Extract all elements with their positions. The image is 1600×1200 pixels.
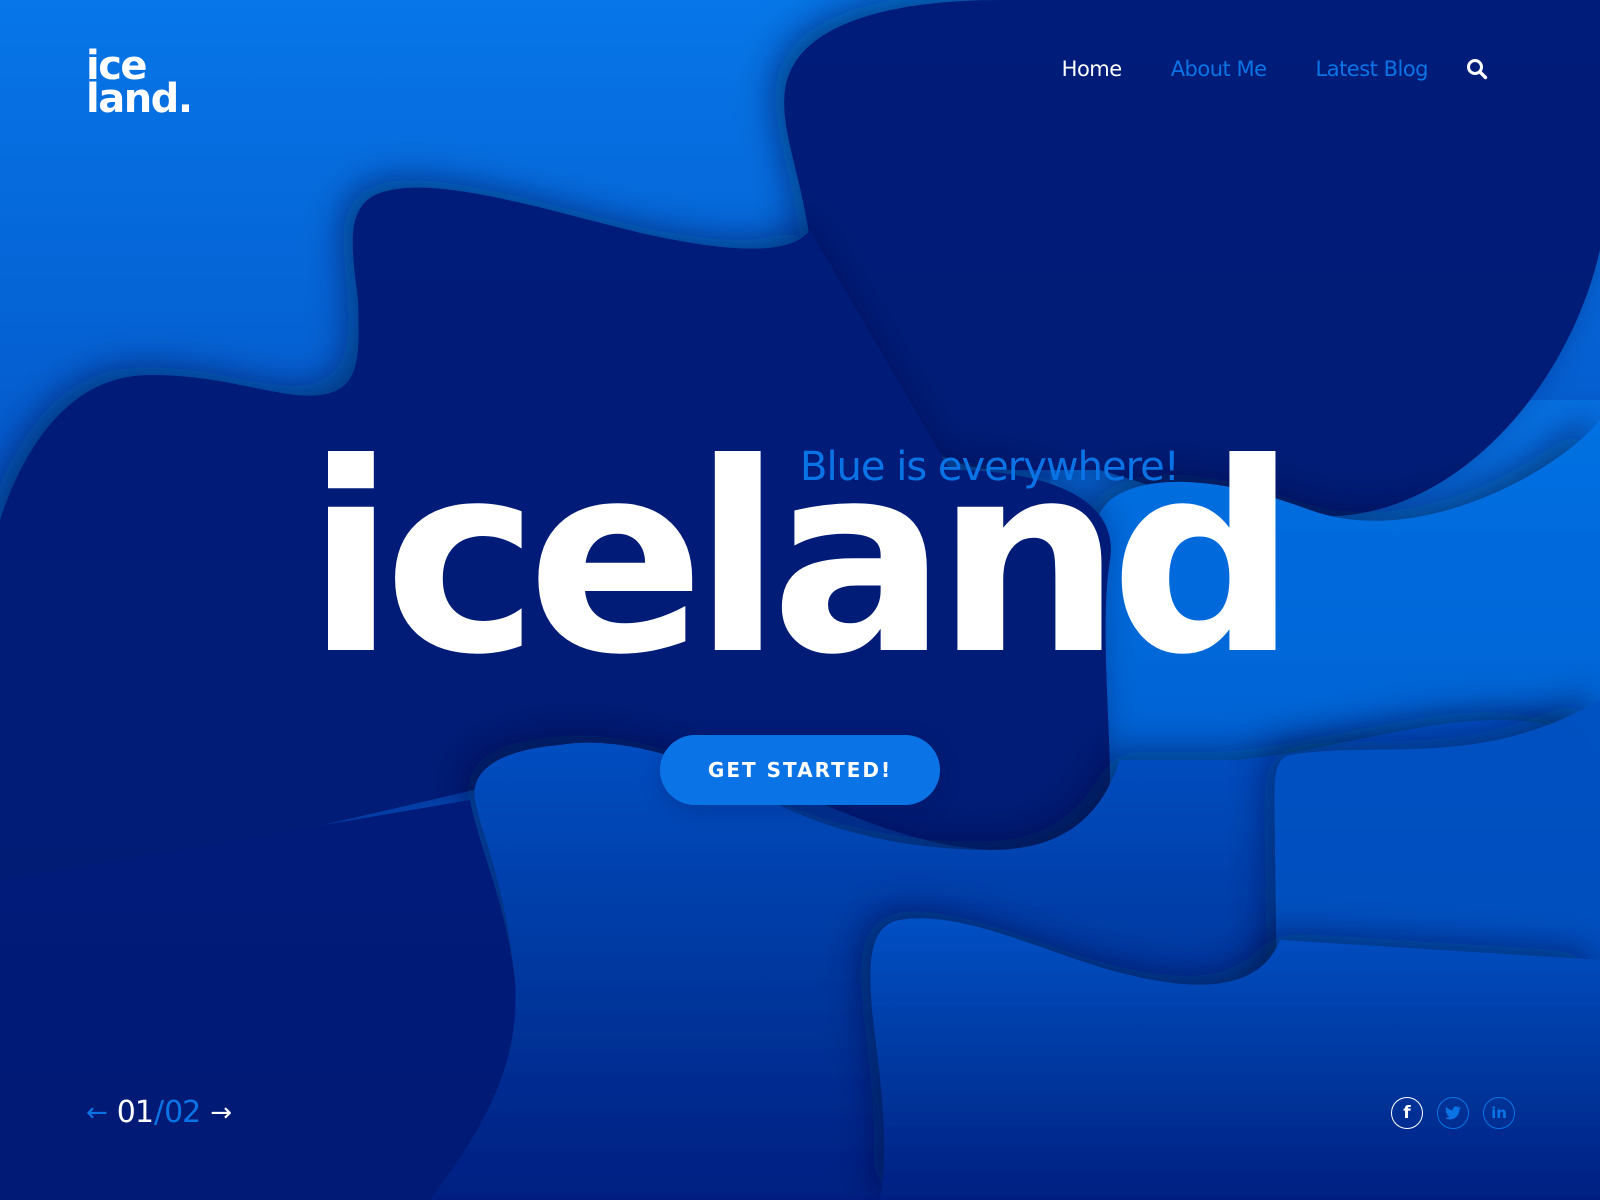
twitter-icon <box>1445 1106 1461 1120</box>
pager-separator: / <box>153 1095 164 1130</box>
pager-current: 01 <box>116 1095 154 1130</box>
social-links: f in <box>1377 1097 1515 1129</box>
linkedin-button[interactable]: in <box>1483 1097 1515 1129</box>
twitter-button[interactable] <box>1437 1097 1469 1129</box>
logo-line-2: land. <box>86 76 193 122</box>
logo[interactable]: ice land. <box>86 46 193 122</box>
nav-item-home[interactable]: Home <box>1062 57 1123 81</box>
hero-title: iceland <box>306 407 1297 712</box>
nav-item-latest-blog[interactable]: Latest Blog <box>1316 57 1429 81</box>
search-icon[interactable] <box>1466 58 1488 80</box>
main-nav: Home About Me Latest Blog <box>1013 57 1488 81</box>
arrow-left-icon[interactable]: ← <box>86 1098 108 1128</box>
get-started-button[interactable]: GET STARTED! <box>660 735 940 805</box>
facebook-icon: f <box>1403 1103 1411 1123</box>
linkedin-icon: in <box>1491 1104 1507 1122</box>
nav-item-about-me[interactable]: About Me <box>1171 57 1267 81</box>
facebook-button[interactable]: f <box>1391 1097 1423 1129</box>
arrow-right-icon[interactable]: → <box>210 1098 232 1128</box>
pager-total: 02 <box>164 1095 201 1130</box>
slide-pager: ← 01 / 02 → <box>86 1095 232 1130</box>
